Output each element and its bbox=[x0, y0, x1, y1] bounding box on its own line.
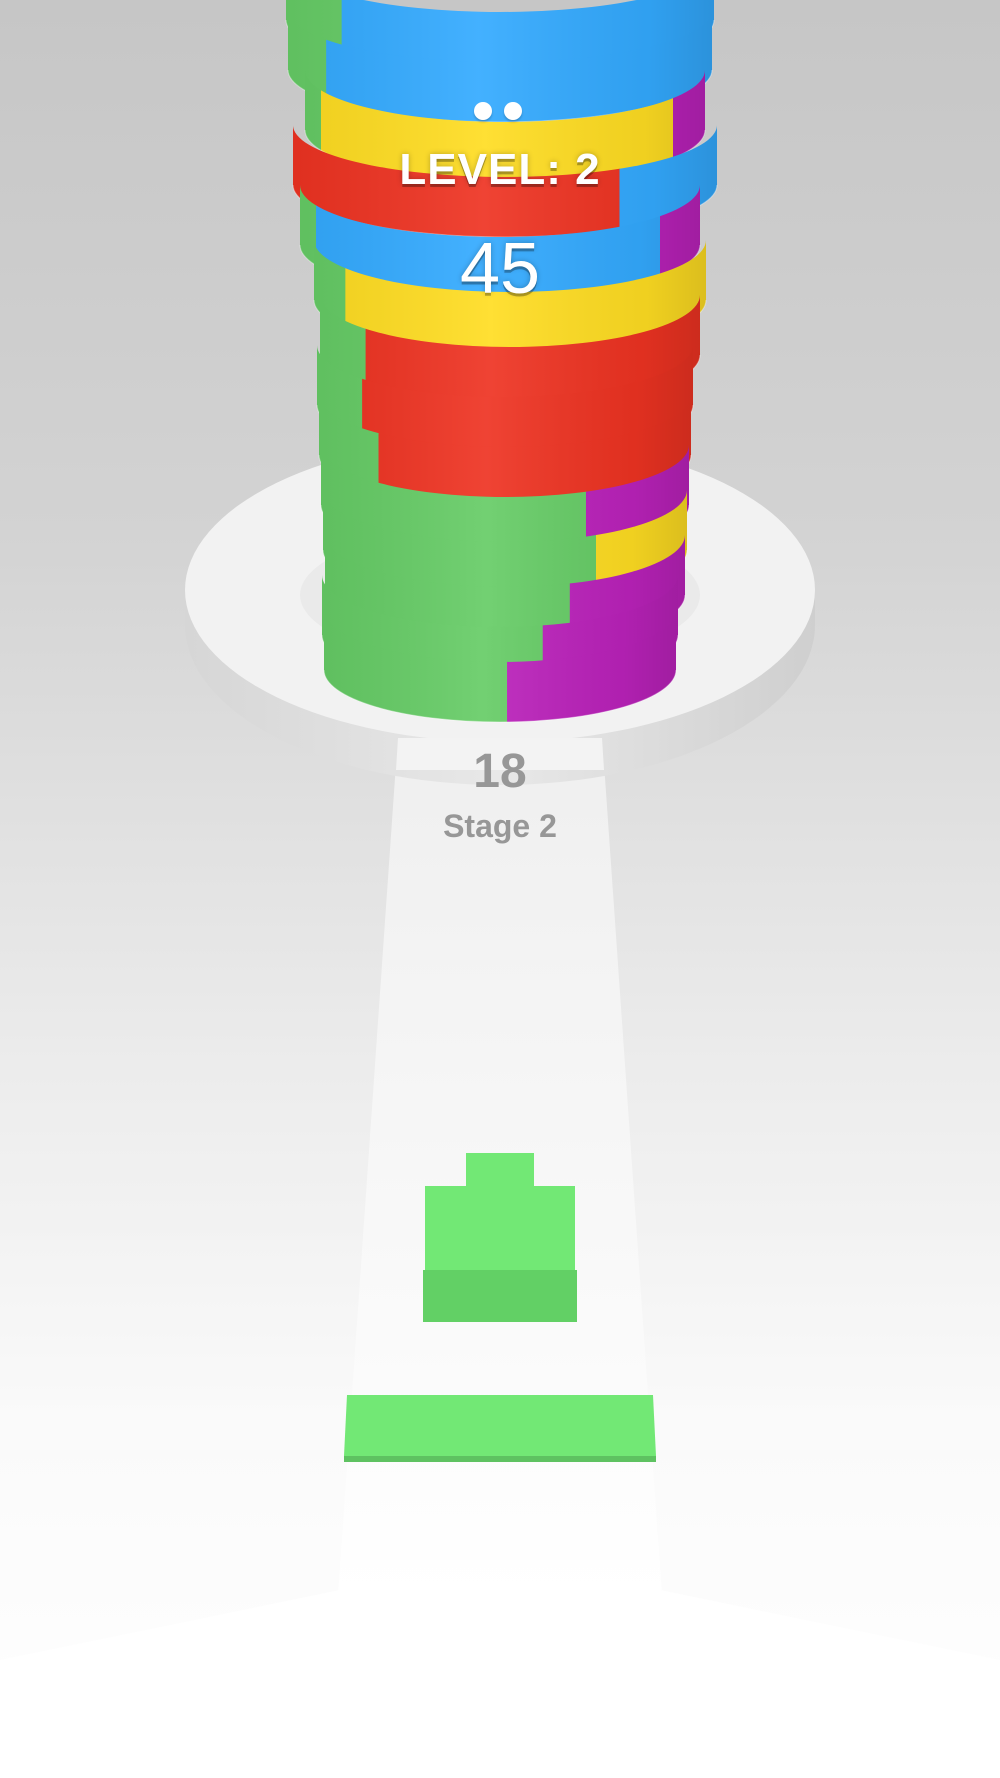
progress-dots bbox=[474, 102, 526, 120]
remaining-count: 18 bbox=[473, 745, 527, 798]
level-label: LEVEL: 2 bbox=[399, 145, 601, 194]
progress-dot bbox=[474, 102, 492, 120]
color-gate bbox=[344, 1395, 656, 1462]
progress-dot bbox=[504, 102, 522, 120]
floor-glow bbox=[0, 1590, 1000, 1778]
score-counter: 45 bbox=[459, 229, 541, 309]
stage-label: Stage 2 bbox=[443, 808, 557, 844]
